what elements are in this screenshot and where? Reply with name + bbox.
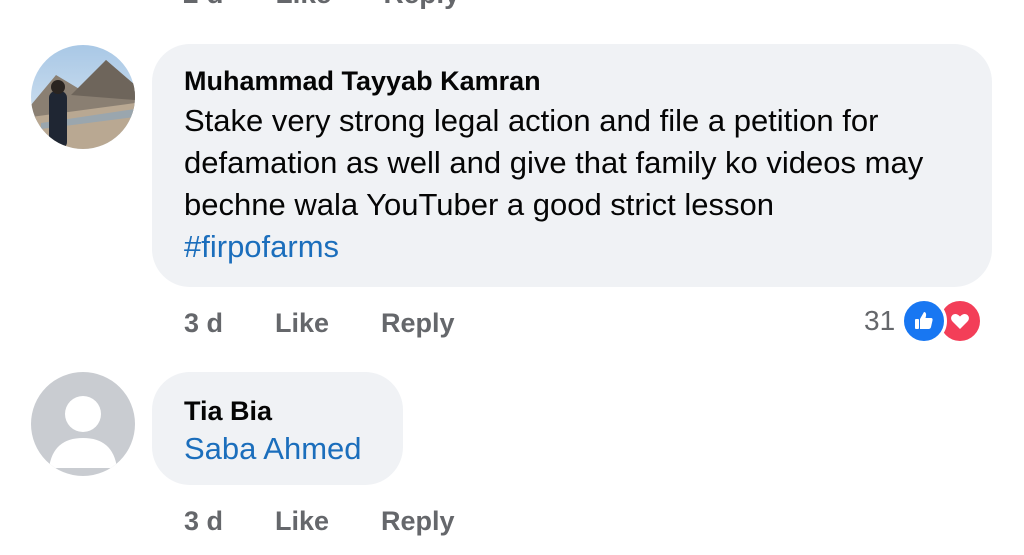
comment-time[interactable]: 3 d [184, 506, 223, 537]
comment-text-block: Stake very strong legal action and file … [184, 100, 960, 268]
comment-actions: 3 d Like Reply [184, 503, 507, 539]
reactions-summary[interactable]: 31 [864, 298, 984, 344]
previous-comment-actions: 2 d Like Reply [183, 0, 460, 10]
default-avatar[interactable] [31, 372, 135, 476]
comment-author[interactable]: Muhammad Tayyab Kamran [184, 64, 960, 98]
previous-comment-like-button[interactable]: Like [275, 0, 331, 10]
comment-text-block: Saba Ahmed [184, 428, 371, 470]
comment-bubble: Tia Bia Saba Ahmed [152, 372, 403, 485]
mention-link[interactable]: Saba Ahmed [184, 431, 362, 466]
hashtag-link[interactable]: #firpofarms [184, 229, 339, 264]
comment-actions: 3 d Like Reply [184, 305, 507, 341]
comment-time[interactable]: 3 d [184, 308, 223, 339]
reply-button[interactable]: Reply [381, 308, 455, 339]
reply-button[interactable]: Reply [381, 506, 455, 537]
like-button[interactable]: Like [275, 308, 329, 339]
reaction-count: 31 [864, 305, 896, 336]
avatar-photo [31, 45, 135, 149]
like-icon [901, 298, 948, 344]
previous-comment-time: 2 d [183, 0, 223, 10]
avatar[interactable] [31, 45, 135, 149]
previous-comment-reply-button[interactable]: Reply [384, 0, 460, 10]
comment-bubble: Muhammad Tayyab Kamran Stake very strong… [152, 44, 992, 287]
default-user-icon [49, 396, 117, 468]
comment-author[interactable]: Tia Bia [184, 394, 371, 428]
like-button[interactable]: Like [275, 506, 329, 537]
comment-text: Stake very strong legal action and file … [184, 103, 924, 222]
